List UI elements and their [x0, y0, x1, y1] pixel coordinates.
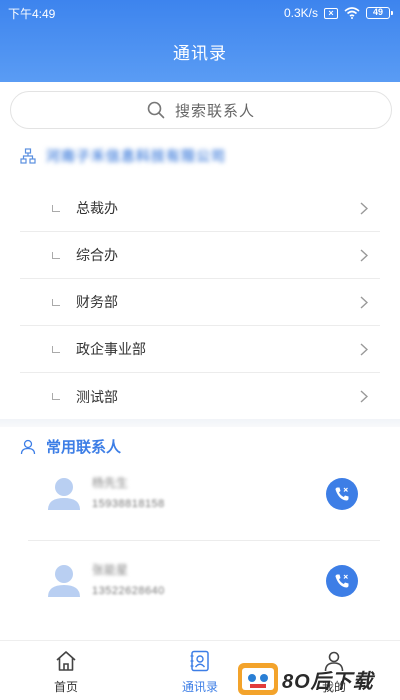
sim-off-icon: ×	[324, 7, 338, 19]
battery-indicator: 49	[366, 7, 393, 19]
contact-phone: 13522628640	[92, 585, 165, 597]
department-label: 测试部	[76, 388, 118, 405]
department-label: 综合办	[76, 247, 118, 263]
section-divider	[0, 419, 400, 427]
chevron-right-icon	[360, 296, 368, 309]
phone-icon	[335, 487, 349, 501]
contact-name: 杨先生	[92, 476, 129, 490]
header: 下午4:49 0.3K/s × 49 通讯录	[0, 0, 400, 82]
avatar-icon	[48, 565, 80, 597]
tree-branch-icon	[52, 251, 60, 259]
department-item[interactable]: 政企事业部	[20, 326, 380, 373]
contact-phone: 15938818158	[92, 498, 165, 510]
network-speed: 0.3K/s	[283, 6, 318, 20]
contacts-icon	[190, 650, 209, 672]
department-item[interactable]: 财务部	[20, 279, 380, 326]
watermark-text: 8O后下载	[282, 670, 374, 693]
contact-item[interactable]: 杨先生 15938818158	[28, 462, 378, 542]
phone-icon	[335, 574, 349, 588]
organization-header[interactable]: 河南子禾信息科技有限公司	[20, 146, 226, 166]
tree-branch-icon	[52, 204, 60, 212]
department-label: 财务部	[76, 294, 118, 310]
department-label: 政企事业部	[76, 341, 146, 357]
department-list: 总裁办 综合办 财务部 政企事业部 测试部	[20, 185, 380, 420]
tree-branch-icon	[52, 393, 60, 400]
tab-home[interactable]: 首页	[26, 649, 106, 695]
frequent-contacts-header: 常用联系人	[20, 436, 121, 457]
person-icon	[20, 439, 36, 454]
status-bar: 下午4:49 0.3K/s × 49	[0, 0, 400, 26]
status-indicators: 0.3K/s × 49	[283, 6, 393, 20]
call-button[interactable]	[326, 565, 358, 597]
contact-item[interactable]: 张能星 13522628640	[28, 549, 378, 629]
status-time: 下午4:49	[8, 6, 56, 21]
avatar-icon	[48, 478, 80, 510]
department-item[interactable]: 综合办	[20, 232, 380, 279]
chevron-right-icon	[360, 202, 368, 215]
tab-contacts[interactable]: 通讯录	[160, 649, 240, 695]
department-label: 总裁办	[76, 200, 118, 216]
search-input[interactable]: 搜索联系人	[10, 91, 392, 129]
call-button[interactable]	[326, 478, 358, 510]
search-icon	[147, 101, 165, 119]
tree-branch-icon	[52, 345, 60, 353]
watermark-cassette-icon	[238, 663, 278, 695]
department-item[interactable]: 总裁办	[20, 185, 380, 232]
wifi-icon	[344, 7, 360, 19]
chevron-right-icon	[360, 390, 368, 403]
page-title: 通讯录	[173, 44, 227, 63]
search-placeholder: 搜索联系人	[174, 102, 255, 120]
tab-contacts-label: 通讯录	[181, 680, 218, 694]
tab-home-label: 首页	[53, 680, 78, 694]
tree-branch-icon	[52, 298, 60, 306]
chevron-right-icon	[360, 249, 368, 262]
frequent-contacts-title: 常用联系人	[46, 439, 122, 456]
contact-divider	[28, 540, 380, 541]
org-chart-icon	[20, 148, 36, 164]
department-item[interactable]: 测试部	[20, 373, 380, 420]
chevron-right-icon	[360, 343, 368, 356]
organization-name: 河南子禾信息科技有限公司	[46, 148, 226, 164]
watermark-logo: 8O后下载	[238, 661, 398, 697]
contact-name: 张能星	[92, 563, 129, 577]
home-icon	[56, 651, 76, 671]
